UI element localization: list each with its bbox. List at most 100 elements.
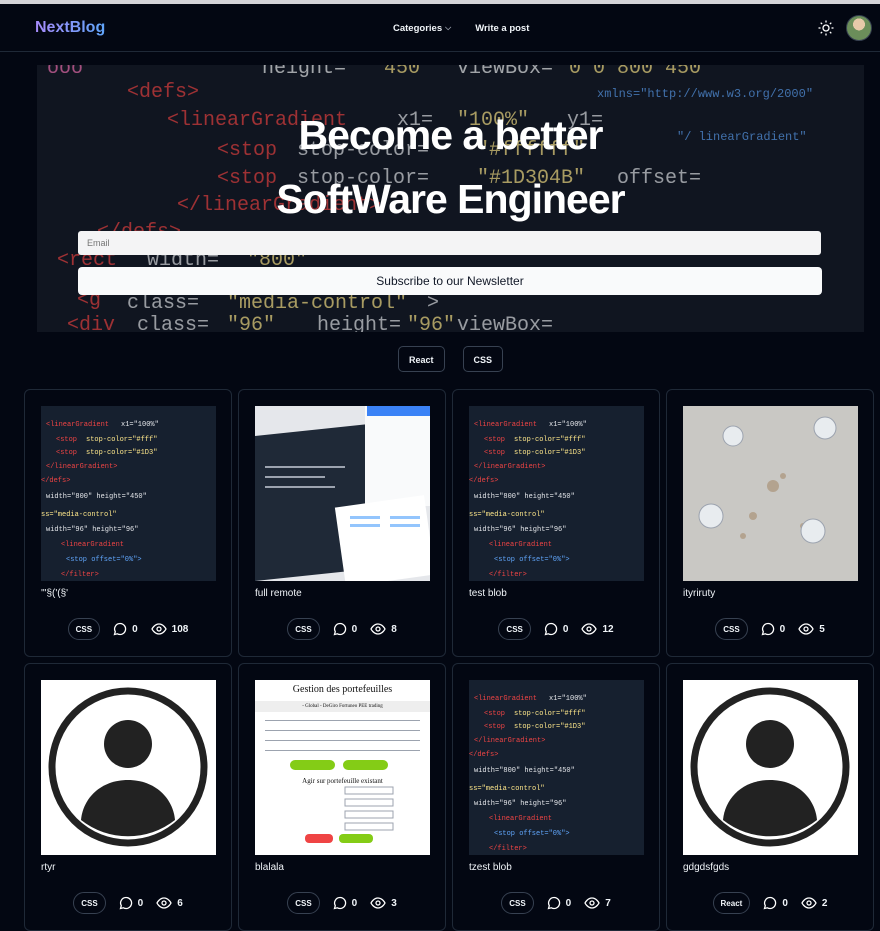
svg-text:x1="100%": x1="100%"	[549, 695, 587, 703]
svg-text:ss="media-control": ss="media-control"	[41, 511, 117, 519]
nav-write-post[interactable]: Write a post	[475, 23, 529, 34]
post-thumbnail-screenshot	[255, 406, 430, 581]
view-count: 12	[602, 623, 614, 635]
view-count: 3	[391, 897, 397, 909]
svg-text:<stop: <stop	[56, 436, 77, 444]
comment-count: 0	[779, 623, 786, 635]
svg-text:</filter>: </filter>	[489, 845, 527, 853]
comment-count: 0	[132, 623, 138, 635]
svg-text:ss="media-control": ss="media-control"	[469, 511, 545, 519]
svg-text:</filter>: </filter>	[61, 571, 99, 579]
eye-icon	[798, 623, 814, 635]
svg-text:</defs>: </defs>	[41, 477, 70, 485]
nav-categories-label: Categories	[393, 22, 443, 34]
svg-text:</defs>: </defs>	[469, 751, 498, 759]
svg-text:stop-color="#1D3": stop-color="#1D3"	[514, 723, 585, 731]
svg-text:<stop: <stop	[56, 449, 77, 457]
svg-text:<stop: <stop	[484, 723, 505, 731]
svg-text:width="96" height="96": width="96" height="96"	[474, 800, 566, 808]
post-card[interactable]: <linearGradient x1="100%" <stop stop-color=…	[452, 663, 660, 931]
comment-count: 0	[351, 623, 358, 635]
post-tag[interactable]: CSS	[67, 618, 101, 640]
svg-text:<stop: <stop	[484, 710, 505, 718]
post-card[interactable]: rtyr CSS 0 6	[24, 663, 232, 931]
tag-react[interactable]: React	[397, 346, 445, 372]
chevron-down-icon: ⌵	[445, 23, 452, 32]
post-card[interactable]: <linearGradient x1="100%" <stop stop-color=…	[452, 389, 660, 657]
svg-text:<linearGradient: <linearGradient	[46, 421, 109, 429]
eye-icon	[150, 623, 167, 635]
post-title: ityriruty	[683, 588, 716, 599]
view-count: 108	[171, 623, 189, 635]
svg-text:</linearGradient>: </linearGradient>	[46, 463, 117, 471]
user-avatar[interactable]	[846, 14, 872, 41]
post-tag[interactable]: CSS	[287, 618, 320, 640]
comment-icon	[544, 622, 558, 636]
view-count: 2	[821, 897, 828, 909]
tag-filter-bar: React CSS	[21, 346, 880, 372]
post-tag[interactable]: React	[712, 892, 751, 914]
post-title: test blob	[469, 588, 507, 599]
email-input[interactable]	[78, 231, 821, 255]
top-header: NextBlog Categories ⌵ Write a post	[0, 4, 880, 52]
post-card[interactable]: ityriruty CSS 0 5	[666, 389, 874, 657]
comment-icon	[333, 622, 346, 636]
svg-text:width="800" height="450": width="800" height="450"	[474, 767, 575, 775]
eye-icon	[370, 623, 386, 635]
eye-icon	[156, 897, 172, 909]
svg-text:<stop offset="0%">: <stop offset="0%">	[66, 556, 142, 564]
post-thumbnail-portfolio: Gestion des portefeuilles - Global - DeG…	[255, 680, 430, 855]
view-count: 5	[819, 623, 825, 635]
main-nav: Categories ⌵ Write a post	[393, 4, 529, 52]
svg-text:ss="media-control": ss="media-control"	[469, 785, 545, 793]
post-card[interactable]: gdgdsfgds React 0 2	[666, 663, 874, 931]
post-title: '"§('(§'	[41, 588, 69, 599]
comment-icon	[547, 896, 560, 910]
svg-text:</defs>: </defs>	[469, 477, 498, 485]
svg-text:<linearGradient: <linearGradient	[474, 421, 537, 429]
post-thumbnail-code: <linearGradient x1="100%" <stop stop-color=…	[469, 680, 644, 855]
post-title: blalala	[255, 862, 284, 873]
post-title: rtyr	[41, 862, 56, 873]
subscribe-button[interactable]: Subscribe to our Newsletter	[78, 267, 822, 295]
svg-text:width="96" height="96": width="96" height="96"	[46, 526, 138, 534]
svg-text:width="800" height="450": width="800" height="450"	[474, 493, 575, 501]
post-tag[interactable]: CSS	[501, 892, 534, 914]
post-tag[interactable]: CSS	[498, 618, 531, 640]
post-thumbnail-photo	[683, 406, 858, 581]
post-tag[interactable]: CSS	[287, 892, 320, 914]
post-thumbnail-code: <linearGradient x1="100%" <stop stop-color=…	[41, 406, 216, 581]
svg-text:<stop offset="0%">: <stop offset="0%">	[494, 556, 570, 564]
svg-text:<linearGradient: <linearGradient	[489, 541, 552, 549]
hero-title-line1: Become a better	[298, 112, 603, 158]
svg-text:<stop: <stop	[484, 449, 505, 457]
svg-text:</filter>: </filter>	[489, 571, 527, 579]
svg-text:width="800" height="450": width="800" height="450"	[46, 493, 147, 501]
post-thumbnail-code: <linearGradient x1="100%" <stop stop-color=…	[469, 406, 644, 581]
brand-logo[interactable]: NextBlog	[35, 19, 105, 37]
svg-text:<linearGradient: <linearGradient	[61, 541, 124, 549]
comment-count: 0	[565, 897, 572, 909]
svg-text:stop-color="#fff": stop-color="#fff"	[514, 436, 585, 444]
post-card[interactable]: Gestion des portefeuilles - Global - DeG…	[238, 663, 446, 931]
thumb-heading: Agir sur portefeuille existant	[302, 777, 383, 785]
post-thumbnail-avatar	[683, 680, 858, 855]
post-title: gdgdsfgds	[683, 862, 730, 873]
svg-text:x1="100%": x1="100%"	[549, 421, 587, 429]
post-tag[interactable]: CSS	[73, 892, 106, 914]
post-title: tzest blob	[469, 862, 512, 873]
comment-count: 0	[351, 897, 358, 909]
tag-css[interactable]: CSS	[462, 346, 504, 372]
sun-icon[interactable]	[818, 20, 834, 36]
post-card[interactable]: <linearGradient x1="100%" <stop stop-color=…	[24, 389, 232, 657]
post-tag[interactable]: CSS	[715, 618, 748, 640]
view-count: 6	[177, 897, 183, 909]
thumb-tabs: - Global - DeGiro Fortuneo PEE trading	[255, 701, 430, 712]
nav-categories[interactable]: Categories ⌵	[393, 23, 451, 34]
svg-text:stop-color="#fff": stop-color="#fff"	[514, 710, 585, 718]
comment-count: 0	[137, 897, 144, 909]
post-card[interactable]: full remote CSS 0 8	[238, 389, 446, 657]
hero-title-line2: SoftWare Engineer	[276, 176, 625, 222]
eye-icon	[370, 897, 386, 909]
hero-banner: oooheight="450"viewBox="0 0 800 450" <de…	[37, 65, 864, 332]
